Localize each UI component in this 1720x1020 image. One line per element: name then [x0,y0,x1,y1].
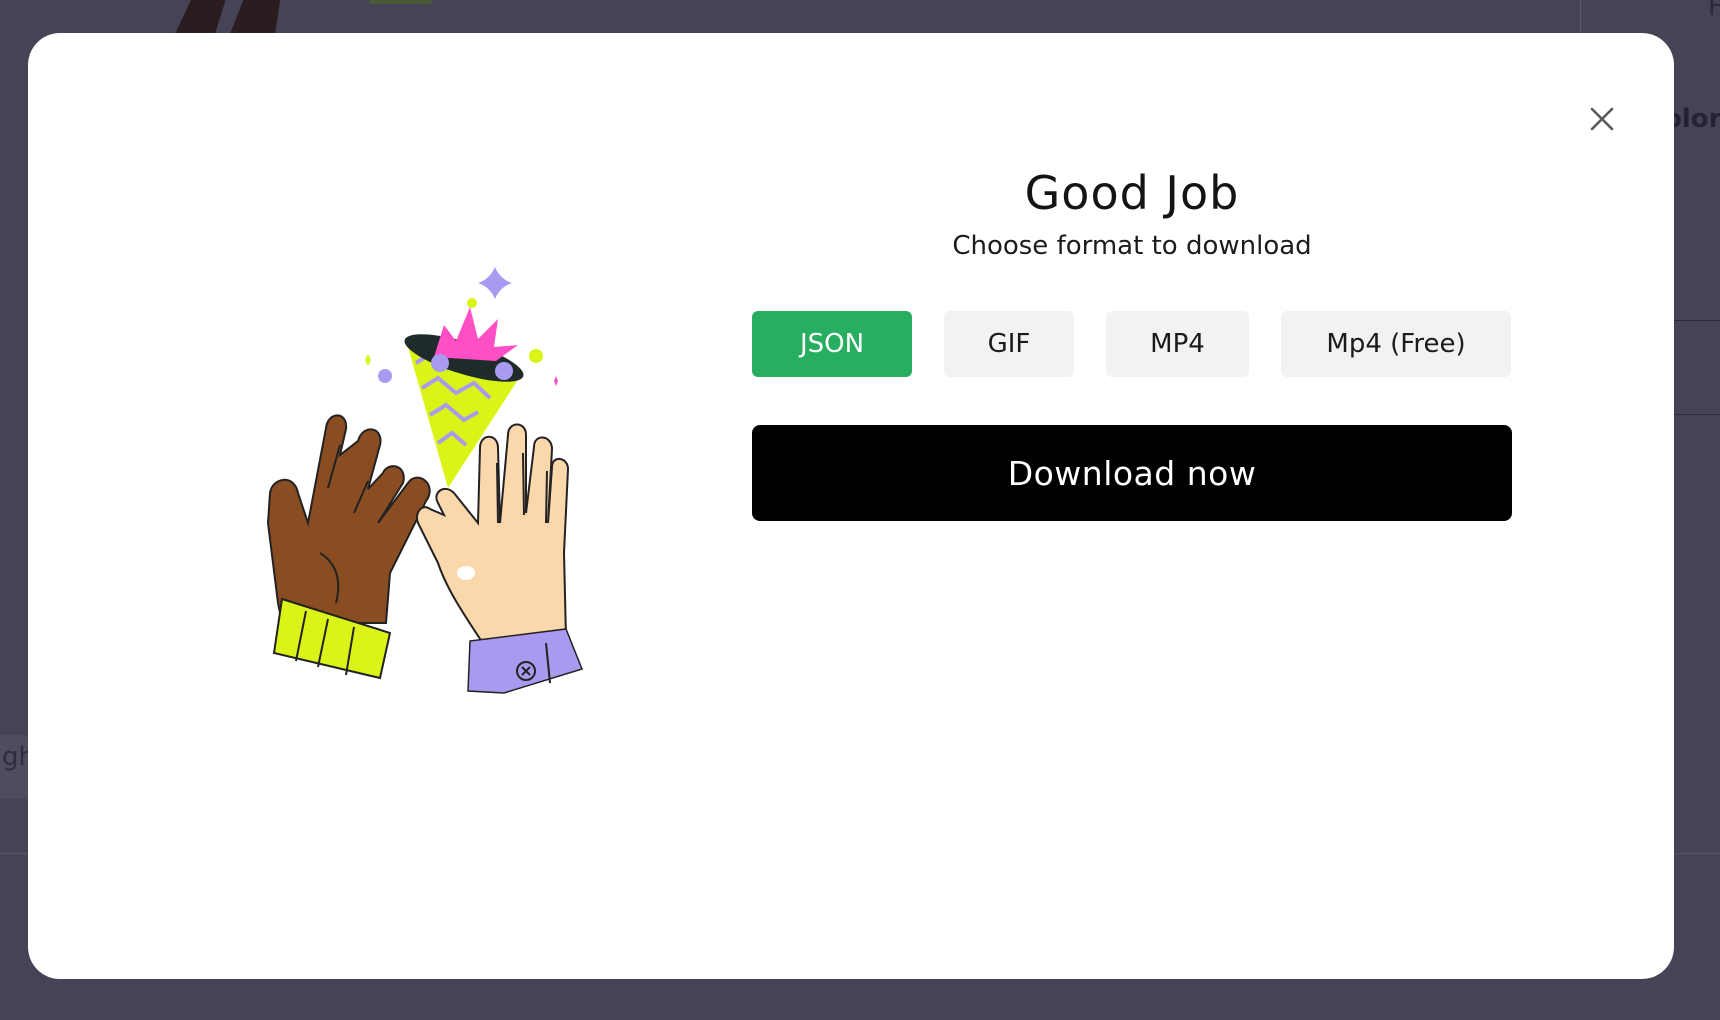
format-gif-button[interactable]: GIF [944,311,1074,377]
high-five-illustration [266,267,583,694]
download-panel: Good Job Choose format to download JSON … [752,161,1512,521]
download-modal: Good Job Choose format to download JSON … [28,33,1674,979]
close-icon [1590,107,1614,131]
format-json-button[interactable]: JSON [752,311,912,377]
sparkle-icon [478,267,512,299]
background-illustration-fragment [175,0,433,34]
dark-hand [266,414,431,680]
close-button[interactable] [1580,97,1624,141]
background-text: F [1708,0,1720,22]
format-options: JSON GIF MP4 Mp4 (Free) [752,311,1512,377]
download-now-button[interactable]: Download now [752,425,1512,521]
format-mp4-free-button[interactable]: Mp4 (Free) [1281,311,1511,377]
format-mp4-button[interactable]: MP4 [1106,311,1249,377]
modal-title: Good Job [1024,166,1240,220]
modal-subtitle: Choose format to download [952,231,1312,261]
